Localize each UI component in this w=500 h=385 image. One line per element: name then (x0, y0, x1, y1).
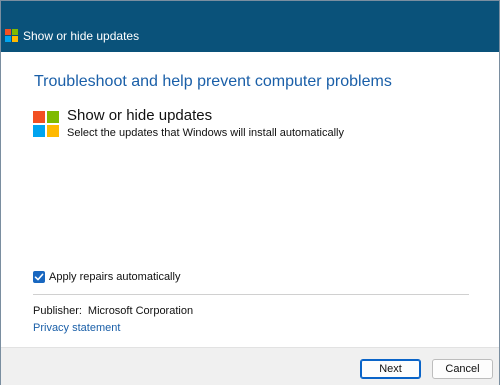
title-bar[interactable]: Show or hide updates (1, 1, 499, 52)
divider (33, 294, 469, 295)
cancel-button-label: Cancel (445, 363, 480, 375)
publisher-value: Microsoft Corporation (87, 305, 194, 317)
windows-logo-icon (5, 29, 18, 42)
next-button-label: Next (379, 363, 402, 375)
privacy-statement-link[interactable]: Privacy statement (33, 321, 120, 335)
apply-repairs-label[interactable]: Apply repairs automatically (49, 271, 180, 283)
windows-logo-icon (33, 111, 59, 137)
publisher-info: Publisher: Microsoft Corporation (33, 304, 193, 318)
checkmark-icon (34, 273, 44, 281)
apply-repairs-option[interactable]: Apply repairs automatically (33, 269, 180, 285)
troubleshooter-description: Select the updates that Windows will ins… (67, 127, 344, 139)
apply-repairs-checkbox[interactable] (33, 271, 45, 283)
cancel-button[interactable]: Cancel (432, 359, 493, 379)
next-button[interactable]: Next (360, 359, 421, 379)
window-title: Show or hide updates (23, 29, 140, 43)
button-bar: Next Cancel (1, 347, 499, 385)
troubleshooter-title: Show or hide updates (67, 107, 213, 124)
publisher-label: Publisher: (33, 305, 82, 317)
troubleshooter-window: Show or hide updates Troubleshoot and he… (0, 0, 500, 385)
page-heading: Troubleshoot and help prevent computer p… (34, 73, 392, 90)
